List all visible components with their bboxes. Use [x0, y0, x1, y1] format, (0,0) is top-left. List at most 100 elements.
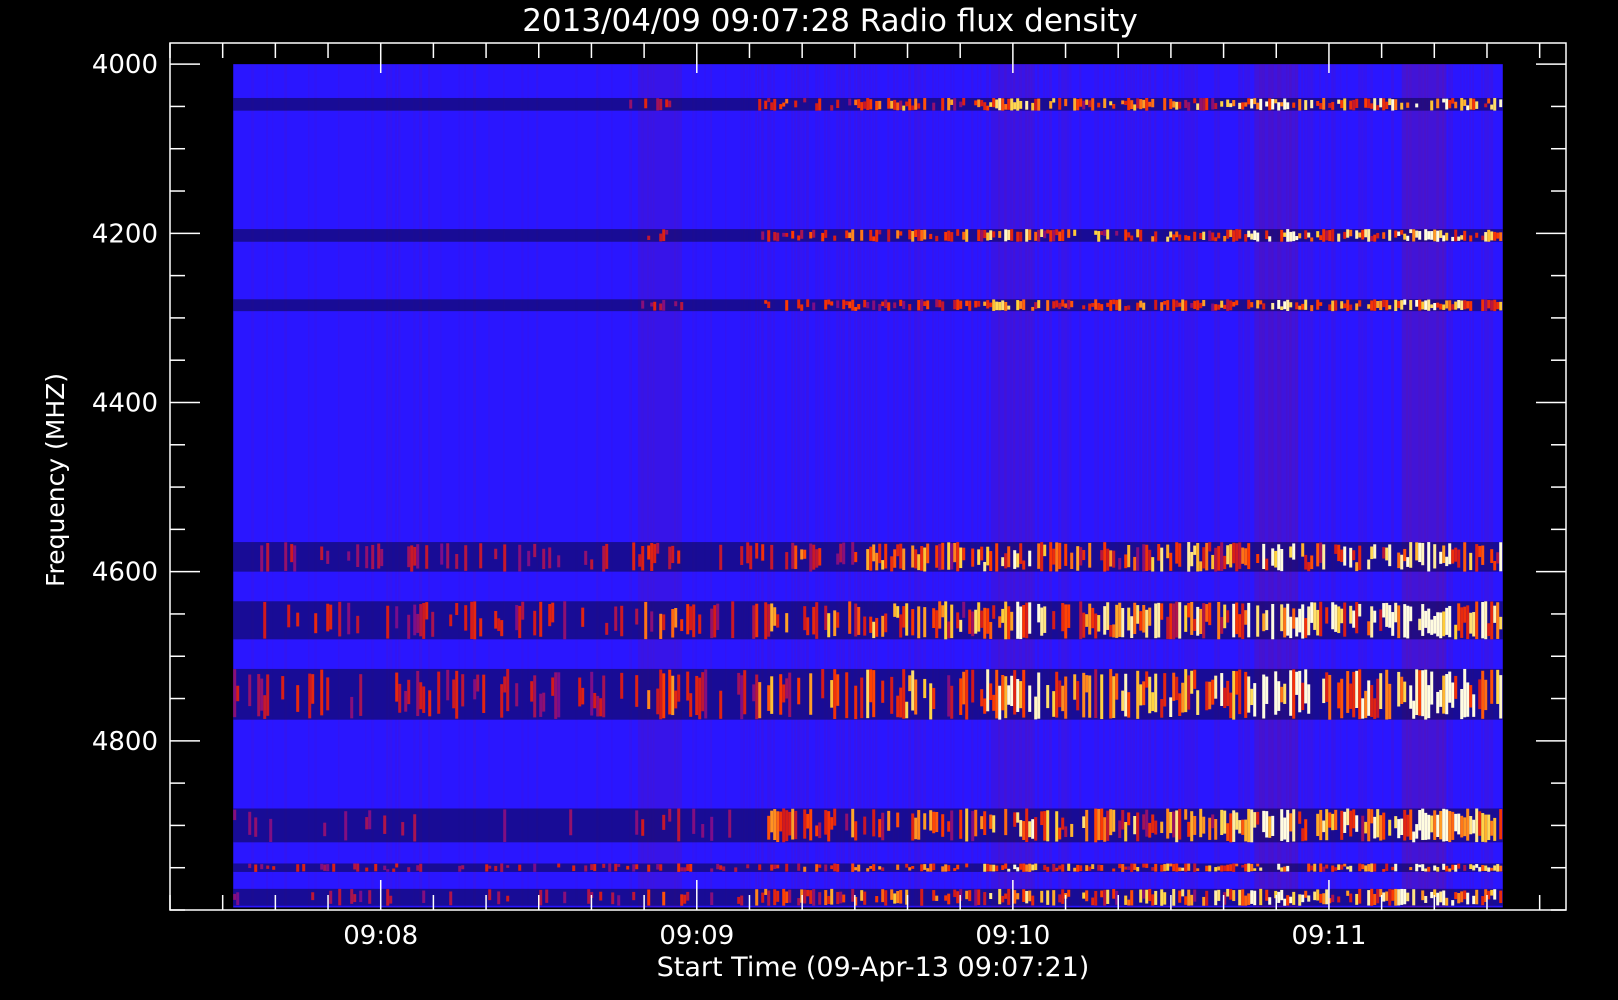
emission-cell: [650, 302, 654, 307]
emission-cell: [1106, 810, 1110, 841]
emission-cell: [830, 888, 834, 905]
emission-cell: [1349, 100, 1353, 110]
emission-cell: [500, 863, 504, 872]
emission-cell: [1187, 889, 1191, 906]
emission-cell: [983, 698, 987, 714]
striation-column: [398, 64, 401, 908]
emission-cell: [1493, 560, 1497, 571]
emission-cell: [1241, 889, 1245, 906]
emission-cell: [563, 601, 567, 640]
emission-cell: [1022, 821, 1026, 840]
emission-cell: [1037, 603, 1041, 623]
emission-cell: [854, 867, 858, 871]
striation-column: [272, 64, 274, 908]
emission-cell: [1337, 606, 1341, 634]
striation-column: [1115, 64, 1117, 908]
emission-cell: [1082, 672, 1086, 718]
emission-cell: [1187, 235, 1191, 241]
emission-cell: [1118, 863, 1122, 869]
emission-cell: [878, 229, 882, 235]
emission-cell: [1457, 299, 1461, 309]
emission-cell: [1292, 231, 1296, 242]
emission-cell: [827, 613, 831, 638]
striation-column: [803, 64, 805, 908]
emission-cell: [1439, 612, 1443, 639]
striation-column: [1046, 64, 1049, 908]
striation-column: [536, 64, 539, 908]
emission-cell: [1343, 231, 1347, 239]
emission-cell: [1358, 545, 1362, 570]
emission-cell: [272, 866, 276, 870]
emission-cell: [1286, 603, 1290, 636]
emission-cell: [893, 302, 897, 309]
emission-cell: [1322, 678, 1326, 704]
emission-cell: [1355, 562, 1359, 572]
emission-cell: [782, 888, 786, 906]
emission-cell: [1196, 542, 1200, 572]
emission-cell: [1088, 866, 1092, 871]
striation-column: [1304, 64, 1307, 908]
striation-column: [695, 64, 697, 908]
emission-cell: [1157, 544, 1161, 561]
emission-cell: [1004, 863, 1008, 869]
emission-cell: [965, 669, 969, 720]
emission-cell: [1127, 607, 1131, 631]
emission-cell: [977, 229, 981, 242]
emission-cell: [1442, 863, 1446, 870]
emission-cell: [500, 620, 504, 637]
emission-cell: [779, 104, 783, 110]
emission-cell: [1466, 892, 1470, 905]
striation-column: [866, 64, 869, 908]
striation-column: [1382, 64, 1384, 908]
emission-cell: [1316, 231, 1320, 238]
emission-cell: [1277, 299, 1281, 309]
emission-cell: [1280, 889, 1284, 901]
emission-cell: [1421, 808, 1425, 841]
emission-cell: [323, 822, 327, 837]
emission-cell: [365, 817, 369, 830]
emission-cell: [1406, 102, 1410, 108]
emission-cell: [1484, 865, 1488, 871]
emission-cell: [1142, 863, 1146, 868]
emission-cell: [1031, 819, 1035, 839]
emission-cell: [1025, 890, 1029, 904]
emission-cell: [1421, 604, 1425, 636]
emission-cell: [1286, 299, 1290, 312]
emission-cell: [755, 603, 759, 638]
emission-cell: [1403, 809, 1407, 841]
emission-cell: [824, 229, 828, 238]
emission-cell: [1046, 229, 1050, 234]
emission-cell: [1019, 543, 1023, 564]
emission-cell: [545, 889, 549, 903]
emission-cell: [1253, 868, 1257, 871]
emission-cell: [1475, 889, 1479, 905]
emission-cell: [1349, 304, 1353, 310]
emission-cell: [1088, 542, 1092, 568]
emission-cell: [1076, 546, 1080, 571]
emission-cell: [1196, 690, 1200, 715]
striation-column: [863, 64, 865, 908]
emission-cell: [1199, 232, 1203, 240]
emission-cell: [824, 810, 828, 835]
emission-cell: [1412, 700, 1416, 719]
emission-cell: [1208, 602, 1212, 626]
burst-column: [637, 64, 682, 908]
emission-cell: [959, 300, 963, 309]
emission-cell: [701, 672, 705, 712]
emission-cell: [1310, 555, 1314, 570]
emission-cell: [917, 300, 921, 311]
emission-cell: [347, 602, 351, 635]
emission-cell: [1226, 545, 1230, 565]
striation-column: [1448, 64, 1451, 908]
striation-column: [743, 64, 745, 908]
emission-cell: [1376, 232, 1380, 239]
emission-cell: [1271, 302, 1275, 310]
emission-cell: [872, 544, 876, 562]
emission-cell: [860, 229, 864, 241]
emission-cell: [671, 675, 675, 716]
emission-cell: [1082, 816, 1086, 828]
emission-cell: [1007, 888, 1011, 905]
emission-cell: [1469, 612, 1473, 634]
emission-cell: [416, 613, 420, 633]
emission-cell: [1376, 809, 1380, 838]
